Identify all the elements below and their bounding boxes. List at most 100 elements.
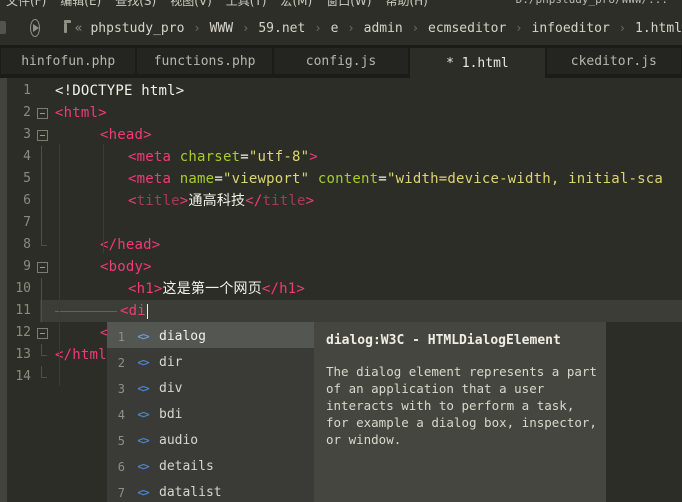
line-number: 14 bbox=[0, 366, 31, 388]
menu-item[interactable]: 编辑(E) bbox=[60, 0, 101, 8]
code-line[interactable]: 10 <h1>这是第一个网页</h1> bbox=[0, 278, 682, 300]
tab-hinfofun.php[interactable]: hinfofun.php bbox=[1, 48, 135, 74]
tab-ckeditor.js[interactable]: ckeditor.js bbox=[547, 48, 681, 74]
clipped-edge-icon bbox=[0, 21, 6, 34]
autocomplete-label: dir bbox=[159, 355, 182, 370]
breadcrumb-separator-icon: › bbox=[619, 21, 626, 35]
indent-guide bbox=[103, 144, 104, 254]
code-text bbox=[53, 212, 55, 234]
fold-guide bbox=[31, 190, 53, 212]
fold-toggle-icon[interactable] bbox=[31, 102, 53, 124]
breadcrumb-bar: « phpstudy_pro › WWW › 59.net › e › admin › ecmsed… bbox=[0, 11, 682, 45]
breadcrumb-item[interactable]: 1.html bbox=[635, 21, 682, 36]
code-text: <head> bbox=[53, 124, 152, 146]
breadcrumb-item[interactable]: admin bbox=[364, 21, 403, 36]
code-text: <di bbox=[53, 300, 148, 322]
code-text: <html> bbox=[53, 102, 107, 124]
element-tag-icon: <> bbox=[133, 434, 153, 447]
breadcrumb-item[interactable]: e bbox=[331, 21, 339, 36]
fold-guide bbox=[31, 212, 53, 234]
editor-window: 文件(F)编辑(E)查找(S)视图(V)工具(T)宏(M)窗口(W)帮助(H) … bbox=[0, 0, 682, 502]
element-tag-icon: <> bbox=[133, 408, 153, 421]
code-line[interactable]: 3 <head> bbox=[0, 124, 682, 146]
menu-item[interactable]: 帮助(H) bbox=[385, 0, 427, 8]
breadcrumb-item[interactable]: infoeditor bbox=[532, 21, 610, 36]
collapse-chevron-icon[interactable]: « bbox=[75, 21, 83, 36]
breadcrumb-separator-icon: › bbox=[314, 21, 321, 35]
breadcrumb-separator-icon: › bbox=[412, 21, 419, 35]
autocomplete-index: 2 bbox=[107, 356, 125, 370]
line-number: 7 bbox=[0, 212, 31, 234]
menu-item[interactable]: 查找(S) bbox=[115, 0, 156, 8]
fold-guide bbox=[31, 80, 53, 102]
line-number: 1 bbox=[0, 80, 31, 102]
breadcrumb: phpstudy_pro › WWW › 59.net › e › admin › ecmsedit… bbox=[90, 21, 682, 36]
element-tag-icon: <> bbox=[133, 382, 153, 395]
code-text: <meta name="viewport" content="width=dev… bbox=[53, 168, 663, 190]
tab-bar: hinfofun.phpfunctions.phpconfig.js* 1.ht… bbox=[0, 45, 682, 78]
menu-item[interactable]: 宏(M) bbox=[281, 0, 313, 8]
element-tag-icon: <> bbox=[133, 460, 153, 473]
breadcrumb-item[interactable]: ecmseditor bbox=[428, 21, 506, 36]
menu-items[interactable]: 文件(F) 编辑(E) 查找(S) 视图(V) 工具(T) 宏(M) 窗口(W) 帮助(H) bbox=[6, 0, 442, 9]
autocomplete-item-audio[interactable]: 5<>audio bbox=[107, 426, 314, 452]
autocomplete-item-bdi[interactable]: 4<>bdi bbox=[107, 400, 314, 426]
autocomplete-index: 1 bbox=[107, 330, 125, 344]
line-number: 8 bbox=[0, 234, 31, 256]
autocomplete-item-dir[interactable]: 2<>dir bbox=[107, 348, 314, 374]
code-line[interactable]: 1<!DOCTYPE html> bbox=[0, 80, 682, 102]
line-number: 3 bbox=[0, 124, 31, 146]
line-number: 5 bbox=[0, 168, 31, 190]
indent-guide bbox=[59, 144, 60, 386]
fold-toggle-icon[interactable] bbox=[31, 322, 53, 344]
code-text bbox=[53, 366, 55, 388]
autocomplete-index: 5 bbox=[107, 434, 125, 448]
tooltip-title: dialog:W3C - HTMLDialogElement bbox=[326, 333, 594, 348]
autocomplete-item-div[interactable]: 3<>div bbox=[107, 374, 314, 400]
fold-toggle-icon[interactable] bbox=[31, 124, 53, 146]
code-text: <h1>这是第一个网页</h1> bbox=[53, 278, 305, 300]
autocomplete-item-dialog[interactable]: 1<>dialog bbox=[107, 322, 314, 348]
autocomplete-label: datalist bbox=[159, 485, 222, 500]
autocomplete-item-datalist[interactable]: 7<>datalist bbox=[107, 478, 314, 502]
code-line[interactable]: 11 <di bbox=[0, 300, 682, 322]
autocomplete-index: 6 bbox=[107, 460, 125, 474]
play-icon[interactable] bbox=[30, 19, 40, 37]
breadcrumb-item[interactable]: 59.net bbox=[258, 21, 305, 36]
line-number: 9 bbox=[0, 256, 31, 278]
breadcrumb-item[interactable]: WWW bbox=[210, 21, 233, 36]
code-line[interactable]: 2 <html> bbox=[0, 102, 682, 124]
autocomplete-popup: 1<>dialog2<>dir3<>div4<>bdi5<>audio6<>de… bbox=[107, 322, 314, 502]
menu-item[interactable]: 窗口(W) bbox=[326, 0, 371, 8]
code-text: <body> bbox=[53, 256, 152, 278]
fold-guide bbox=[31, 168, 53, 190]
menu-item[interactable]: 文件(F) bbox=[6, 0, 46, 8]
tab-config.js[interactable]: config.js bbox=[274, 48, 408, 74]
autocomplete-label: details bbox=[159, 459, 214, 474]
fold-toggle-icon[interactable] bbox=[31, 256, 53, 278]
line-number: 13 bbox=[0, 344, 31, 366]
line-number: 6 bbox=[0, 190, 31, 212]
line-number: 2 bbox=[0, 102, 31, 124]
line-number: 12 bbox=[0, 322, 31, 344]
autocomplete-index: 7 bbox=[107, 486, 125, 500]
autocomplete-label: dialog bbox=[159, 329, 206, 344]
breadcrumb-separator-icon: › bbox=[515, 21, 522, 35]
tab-functions.php[interactable]: functions.php bbox=[137, 48, 271, 74]
tab-1.html[interactable]: * 1.html bbox=[410, 48, 544, 78]
breadcrumb-separator-icon: › bbox=[347, 21, 354, 35]
breadcrumb-item[interactable]: phpstudy_pro bbox=[90, 21, 184, 36]
code-text: </head> bbox=[53, 234, 160, 256]
autocomplete-item-details[interactable]: 6 <> details bbox=[107, 452, 314, 478]
tooltip-body: The dialog element represents a part of … bbox=[326, 363, 602, 448]
completion-doc-tooltip: dialog:W3C - HTMLDialogElement The dialo… bbox=[314, 322, 606, 502]
menu-item[interactable]: 视图(V) bbox=[170, 0, 212, 8]
window-title-partial: D:/phpstudy_pro/WWW/... bbox=[516, 0, 668, 6]
menu-item[interactable]: 工具(T) bbox=[226, 0, 267, 8]
code-text: <title>通高科技</title> bbox=[53, 190, 314, 212]
code-line[interactable]: 9 <body> bbox=[0, 256, 682, 278]
line-number: 10 bbox=[0, 278, 31, 300]
line-number: 11 bbox=[0, 300, 31, 322]
text-caret bbox=[147, 304, 148, 319]
fold-guide bbox=[31, 344, 53, 366]
